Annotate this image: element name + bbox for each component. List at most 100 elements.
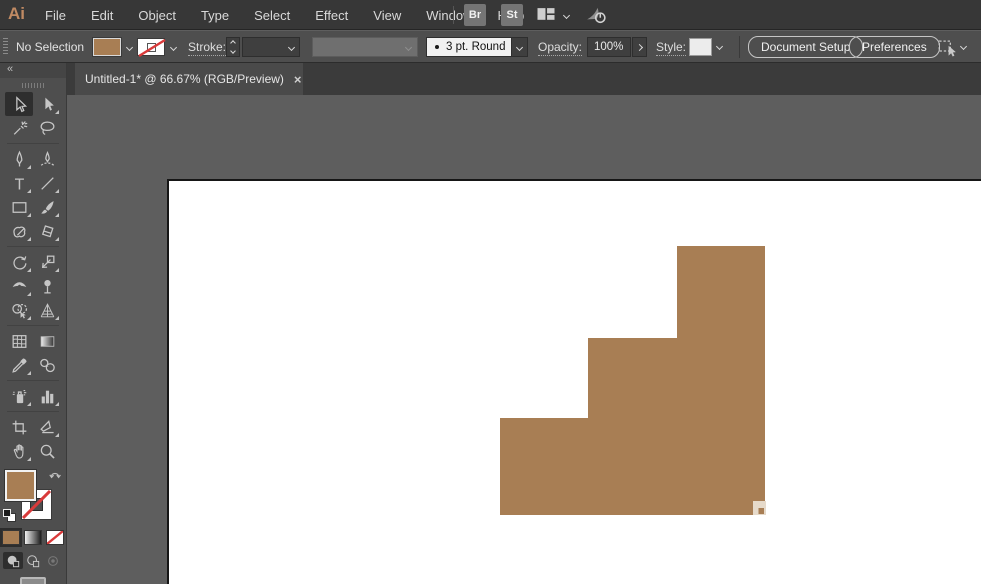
shape-builder-tool[interactable] xyxy=(5,298,33,322)
stroke-weight-field[interactable] xyxy=(242,37,300,57)
default-fill-stroke-icon[interactable] xyxy=(3,509,16,522)
workspace-chevron-down-icon[interactable] xyxy=(562,11,571,20)
gradient-icon xyxy=(40,335,54,347)
direct-selection-tool[interactable] xyxy=(33,92,61,116)
gpu-performance-icon[interactable] xyxy=(585,5,609,25)
workspace-switcher-icon[interactable] xyxy=(536,6,556,23)
brush-chevron-button[interactable] xyxy=(512,37,528,57)
fill-chevron-down-icon[interactable] xyxy=(125,43,134,51)
fill-color-combo[interactable] xyxy=(92,37,134,57)
bridge-button[interactable]: Br xyxy=(464,4,486,26)
zoom-tool[interactable] xyxy=(33,439,61,463)
stepper-up-icon[interactable] xyxy=(230,40,236,47)
brush-definition-combo[interactable]: 3 pt. Round xyxy=(426,37,528,57)
style-chevron-down-icon[interactable] xyxy=(715,42,724,51)
tool-row xyxy=(5,219,61,243)
tools-panel-collapse[interactable]: « xyxy=(0,63,66,78)
menu-type[interactable]: Type xyxy=(201,8,229,23)
gradient-mode-button[interactable] xyxy=(24,530,42,545)
screen-mode-icon[interactable] xyxy=(20,577,46,584)
collapse-double-chevron-icon[interactable]: « xyxy=(7,63,13,75)
tool-row xyxy=(5,329,61,353)
pen-tool[interactable] xyxy=(5,147,33,171)
select-similar-chevron-icon[interactable] xyxy=(959,42,968,51)
type-tool[interactable]: T xyxy=(5,171,33,195)
opacity-field[interactable]: 100% xyxy=(587,37,631,57)
none-mode-button[interactable] xyxy=(46,530,64,545)
menu-edit[interactable]: Edit xyxy=(91,8,113,23)
width-profile-dropdown[interactable] xyxy=(312,37,418,57)
symbol-sprayer-tool[interactable] xyxy=(5,384,33,408)
tool-row xyxy=(5,353,61,377)
menu-file[interactable]: File xyxy=(45,8,66,23)
svg-text:T: T xyxy=(14,176,24,193)
stroke-color-combo[interactable] xyxy=(137,37,178,57)
stroke-weight-chevron-icon[interactable] xyxy=(287,43,296,51)
puppet-warp-tool[interactable] xyxy=(33,274,61,298)
slice-tool[interactable] xyxy=(33,415,61,439)
rotate-tool[interactable] xyxy=(5,250,33,274)
fill-color-swatch[interactable] xyxy=(92,37,122,57)
rectangle-tool[interactable] xyxy=(5,195,33,219)
line-segment-tool[interactable] xyxy=(33,171,61,195)
scale-tool[interactable] xyxy=(33,250,61,274)
stroke-none-swatch[interactable] xyxy=(137,38,166,57)
magic-wand-tool[interactable] xyxy=(5,116,33,140)
menu-view[interactable]: View xyxy=(373,8,401,23)
eyedropper-tool[interactable] xyxy=(5,353,33,377)
stairs-shape[interactable] xyxy=(500,246,765,515)
mesh-tool[interactable] xyxy=(5,329,33,353)
line-segment-icon xyxy=(40,176,54,190)
opacity-advance-button[interactable] xyxy=(632,37,647,57)
draw-behind-button[interactable] xyxy=(23,552,43,569)
document-setup-button[interactable]: Document Setup xyxy=(748,36,864,58)
hand-tool[interactable] xyxy=(5,439,33,463)
fill-indicator-swatch[interactable] xyxy=(4,469,37,502)
tool-row xyxy=(5,147,61,171)
brush-field[interactable]: 3 pt. Round xyxy=(426,37,512,57)
perspective-grid-tool[interactable] xyxy=(33,298,61,322)
swap-fill-stroke-icon[interactable] xyxy=(48,469,62,481)
style-label[interactable]: Style: xyxy=(656,40,687,56)
tool-row xyxy=(5,92,61,116)
column-graph-tool[interactable] xyxy=(33,384,61,408)
brush-preview-dot-icon xyxy=(435,45,439,49)
color-mode-button[interactable] xyxy=(0,528,22,547)
canvas-area xyxy=(67,95,981,584)
menu-select[interactable]: Select xyxy=(254,8,290,23)
menu-object[interactable]: Object xyxy=(138,8,176,23)
artboard-tool[interactable] xyxy=(5,415,33,439)
curvature-tool[interactable] xyxy=(33,147,61,171)
illustrator-logo-icon: Ai xyxy=(8,4,25,23)
selection-tool[interactable] xyxy=(5,92,33,116)
tools-panel-grip[interactable] xyxy=(22,83,44,88)
brush-name: 3 pt. Round xyxy=(446,41,506,53)
control-bar-divider xyxy=(739,36,740,58)
control-bar-grip[interactable] xyxy=(3,38,8,56)
stroke-label[interactable]: Stroke: xyxy=(188,40,227,56)
eraser-tool[interactable] xyxy=(33,219,61,243)
stepper-down-icon[interactable] xyxy=(230,47,236,54)
tools-panel: « T xyxy=(0,63,67,584)
scale-icon xyxy=(41,255,54,268)
opacity-label[interactable]: Opacity: xyxy=(538,40,583,56)
stock-button[interactable]: St xyxy=(501,4,523,26)
select-similar-icon[interactable] xyxy=(936,37,960,58)
menu-effect[interactable]: Effect xyxy=(315,8,348,23)
stroke-chevron-down-icon[interactable] xyxy=(169,43,178,51)
preferences-button[interactable]: Preferences xyxy=(849,36,940,58)
opacity-value: 100% xyxy=(594,41,624,53)
paintbrush-tool[interactable] xyxy=(33,195,61,219)
gradient-tool[interactable] xyxy=(33,329,61,353)
width-tool[interactable] xyxy=(5,274,33,298)
tool-group-divider xyxy=(7,246,59,247)
lasso-tool[interactable] xyxy=(33,116,61,140)
blend-icon xyxy=(39,358,55,372)
blend-tool[interactable] xyxy=(33,353,61,377)
draw-normal-button[interactable] xyxy=(3,552,23,569)
document-tab[interactable]: Untitled-1* @ 66.67% (RGB/Preview) × xyxy=(75,63,303,95)
tab-close-icon[interactable]: × xyxy=(294,72,302,87)
stroke-weight-stepper[interactable] xyxy=(226,37,240,57)
style-swatch[interactable] xyxy=(689,38,712,56)
shaper-tool[interactable] xyxy=(5,219,33,243)
